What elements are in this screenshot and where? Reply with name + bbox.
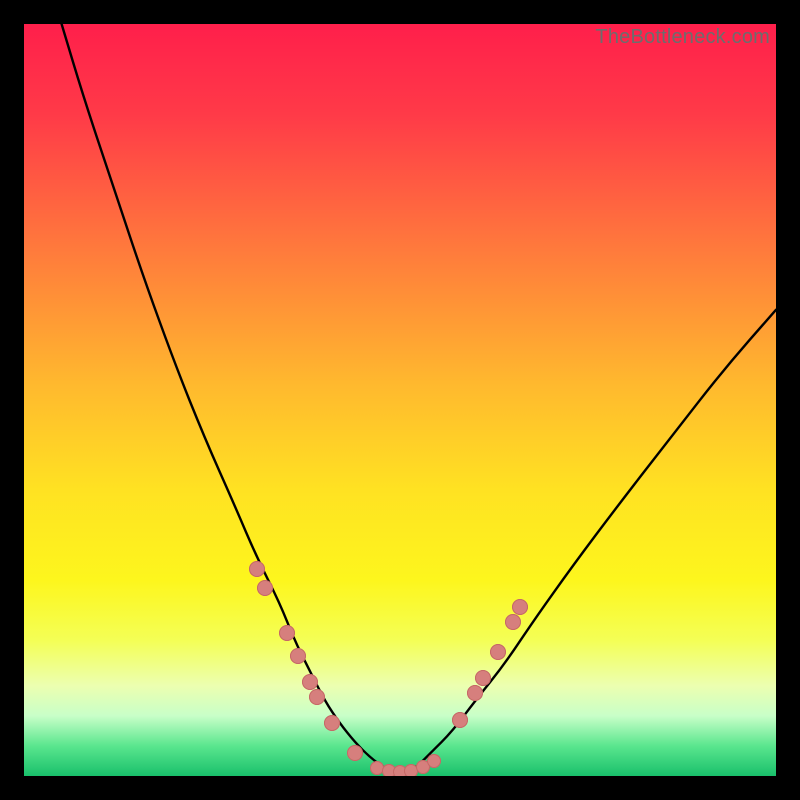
- background-gradient: [24, 24, 776, 776]
- highlight-dot: [249, 561, 265, 577]
- highlight-dot: [309, 689, 325, 705]
- highlight-dot: [512, 599, 528, 615]
- highlight-dot: [467, 685, 483, 701]
- outer-frame: TheBottleneck.com: [0, 0, 800, 800]
- highlight-dot: [324, 715, 340, 731]
- highlight-dot: [475, 670, 491, 686]
- highlight-dot: [452, 712, 468, 728]
- highlight-dot: [427, 754, 441, 768]
- highlight-dot: [279, 625, 295, 641]
- highlight-dot: [347, 745, 363, 761]
- highlight-dot: [505, 614, 521, 630]
- highlight-dot: [302, 674, 318, 690]
- plot-area: TheBottleneck.com: [24, 24, 776, 776]
- highlight-dot: [257, 580, 273, 596]
- highlight-dot: [290, 648, 306, 664]
- highlight-dot: [490, 644, 506, 660]
- watermark-text: TheBottleneck.com: [595, 26, 770, 49]
